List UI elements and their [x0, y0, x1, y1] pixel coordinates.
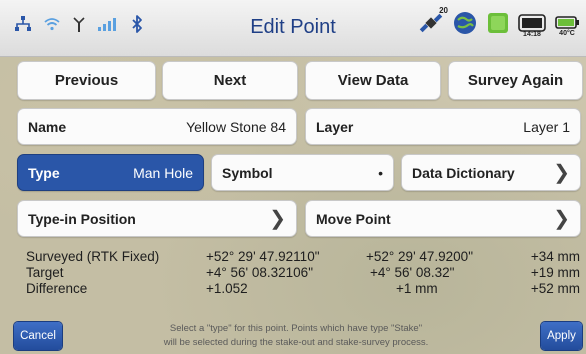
apply-button[interactable]: Apply [541, 322, 582, 350]
layer-label: Layer [316, 118, 354, 135]
longitude-value: +52° 29' 47.9200" [366, 249, 473, 264]
view-data-button[interactable]: View Data [305, 61, 441, 100]
longitude-value: +4° 56' 08.32" [370, 265, 455, 280]
battery-icon[interactable]: 40°C [554, 13, 580, 39]
data-dictionary-button[interactable]: Data Dictionary ❯ [401, 154, 581, 191]
coordinate-table: Surveyed (RTK Fixed) +52° 29' 47.92110" … [26, 249, 582, 297]
type-in-position-label: Type-in Position [28, 210, 136, 227]
move-point-button[interactable]: Move Point ❯ [305, 200, 581, 237]
cancel-button[interactable]: Cancel [14, 322, 62, 350]
hint-text: Select a "type" for this point. Points w… [110, 322, 482, 350]
chevron-right-icon: ❯ [269, 208, 286, 230]
row-label: Surveyed (RTK Fixed) [26, 249, 160, 264]
name-value: Yellow Stone 84 [186, 118, 286, 135]
row-label: Target [26, 265, 64, 280]
status-icons-right: 20 14:18 40°C [418, 6, 580, 41]
type-field[interactable]: Type Man Hole [17, 154, 204, 191]
time-label: 14:18 [523, 30, 541, 38]
move-point-label: Move Point [316, 210, 391, 227]
satellite-icon[interactable]: 20 [418, 6, 448, 41]
name-label: Name [28, 118, 67, 135]
hint-line: will be selected during the stake-out an… [163, 337, 429, 348]
height-value: +19 mm [530, 265, 580, 280]
longitude-value: +1 mm [396, 281, 438, 296]
battery-status-icon[interactable] [486, 10, 510, 41]
temperature-label: 40°C [559, 29, 575, 37]
row-label: Difference [26, 281, 88, 296]
clock-icon[interactable]: 14:18 [518, 13, 546, 39]
layer-value: Layer 1 [523, 118, 570, 135]
hint-line: Select a "type" for this point. Points w… [169, 323, 423, 334]
name-field[interactable]: Name Yellow Stone 84 [17, 108, 297, 145]
latitude-value: +4° 56' 08.32106" [206, 265, 313, 280]
table-row: Target +4° 56' 08.32106" +4° 56' 08.32" … [26, 265, 582, 281]
type-label: Type [28, 164, 60, 181]
symbol-field[interactable]: Symbol • [211, 154, 394, 191]
table-row: Difference +1.052 +1 mm +52 mm [26, 281, 582, 297]
chevron-right-icon: ❯ [553, 162, 570, 184]
survey-again-button[interactable]: Survey Again [448, 61, 583, 100]
height-value: +34 mm [530, 249, 580, 264]
latitude-value: +52° 29' 47.92110" [206, 249, 320, 264]
data-dictionary-label: Data Dictionary [412, 164, 515, 181]
chevron-right-icon: ❯ [553, 208, 570, 230]
latitude-value: +1.052 [206, 281, 248, 296]
satellite-count: 20 [439, 6, 448, 15]
type-value: Man Hole [133, 164, 193, 181]
globe-icon[interactable] [452, 10, 478, 41]
table-row: Surveyed (RTK Fixed) +52° 29' 47.92110" … [26, 249, 582, 265]
next-button[interactable]: Next [162, 61, 298, 100]
symbol-label: Symbol [222, 164, 273, 181]
height-value: +52 mm [530, 281, 580, 296]
layer-field[interactable]: Layer Layer 1 [305, 108, 581, 145]
type-in-position-button[interactable]: Type-in Position ❯ [17, 200, 297, 237]
previous-button[interactable]: Previous [17, 61, 156, 100]
title-bar: Edit Point 20 14:18 40°C [0, 0, 586, 57]
symbol-value: • [378, 164, 383, 181]
